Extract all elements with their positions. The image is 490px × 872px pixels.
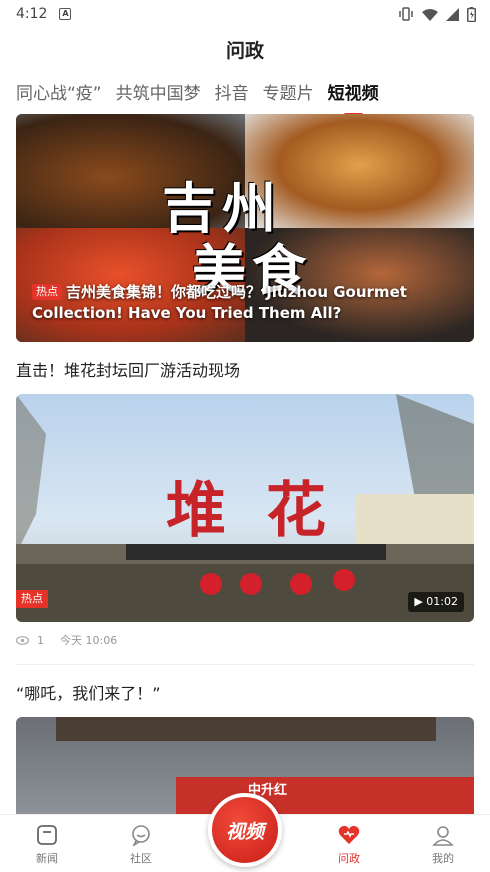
wifi-icon <box>422 8 438 21</box>
play-icon: ▶ <box>414 595 423 608</box>
hot-badge: 热点 <box>16 590 48 608</box>
battery-icon <box>467 6 476 22</box>
user-icon <box>432 826 454 846</box>
tab-special[interactable]: 专题片 <box>263 80 314 112</box>
nav-mine[interactable]: 我的 <box>408 822 478 866</box>
gate-sign-text: 堆花 <box>166 476 366 546</box>
notification-icon: A <box>59 8 72 20</box>
news-icon <box>37 825 57 845</box>
status-bar: 4:12 A <box>0 0 490 28</box>
nav-wenzheng[interactable]: 问政 <box>314 822 384 866</box>
signal-icon <box>446 7 459 21</box>
tab-tongxin[interactable]: 同心战“疫” <box>16 80 102 112</box>
vibrate-icon <box>399 7 413 21</box>
publish-time: 今天 10:06 <box>60 634 118 647</box>
video-feed: 吉州 美食 热点 吉州美食集锦！你都吃过吗？ Jiuzhou Gourmet Co… <box>16 114 474 814</box>
nav-community[interactable]: 社区 <box>106 822 176 866</box>
duration-badge: ▶ 01:02 <box>408 592 464 612</box>
community-icon <box>132 825 150 846</box>
video-center-button[interactable]: 视频 <box>208 793 282 867</box>
view-count-icon <box>16 635 29 645</box>
video-card-duihua[interactable]: 堆花 热点 ▶ 01:02 <box>16 394 474 622</box>
tab-douyin[interactable]: 抖音 <box>215 80 249 112</box>
view-count: 1 <box>37 633 44 647</box>
video-meta: 1 今天 10:06 <box>16 632 474 665</box>
hot-badge: 热点 <box>32 284 62 300</box>
status-time: 4:12 <box>16 6 48 22</box>
video-title[interactable]: 直击！堆花封坛回厂游活动现场 <box>16 360 474 382</box>
video-title[interactable]: “哪吒，我们来了！” <box>16 683 474 705</box>
nav-news[interactable]: 新闻 <box>12 822 82 866</box>
tab-china-dream[interactable]: 共筑中国梦 <box>116 80 201 112</box>
category-tabs: 同心战“疫” 共筑中国梦 抖音 专题片 短视频 <box>16 80 490 116</box>
video-card-food[interactable]: 吉州 美食 热点 吉州美食集锦！你都吃过吗？ Jiuzhou Gourmet Co… <box>16 114 474 342</box>
bottom-nav: 新闻 社区 问政 我的 视频 <box>0 793 490 872</box>
page-title: 问政 <box>225 40 264 62</box>
tab-short-video[interactable]: 短视频 <box>328 80 379 116</box>
video-title-overlay: 热点 吉州美食集锦！你都吃过吗？ Jiuzhou Gourmet Collecti… <box>32 282 454 324</box>
heart-icon <box>338 825 360 844</box>
video-title-text: 吉州美食集锦！你都吃过吗？ Jiuzhou Gourmet Collection… <box>32 283 407 322</box>
